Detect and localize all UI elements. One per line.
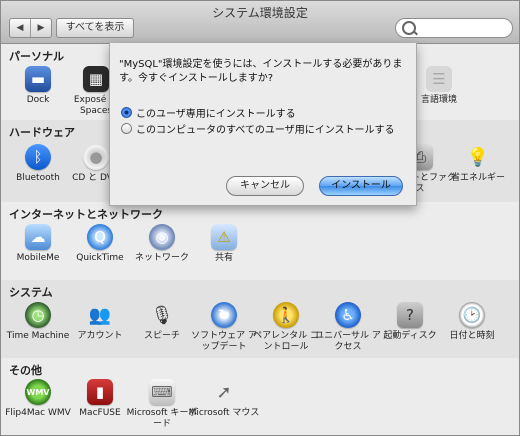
microsoft-keyboard-icon: ⌨ — [149, 379, 175, 405]
radio-all-users[interactable]: このコンピュータのすべてのユーザ用にインストールする — [121, 121, 411, 136]
time-machine-icon: ◷ — [25, 302, 51, 328]
cancel-button[interactable]: キャンセル — [226, 176, 304, 196]
speech-icon: 🎙 — [150, 304, 174, 326]
install-button[interactable]: インストール — [319, 176, 403, 196]
flip4mac-icon: WMV — [25, 379, 51, 405]
system-preferences-window: システム環境設定 ◀ ▶ すべてを表示 パーソナル ▬ Dock ▦ Expos… — [0, 0, 520, 436]
quicktime-icon: Q — [87, 224, 113, 250]
back-button[interactable]: ◀ — [10, 19, 31, 37]
universal-access-icon: ♿ — [335, 302, 361, 328]
install-dialog: "MySQL"環境設定を使うには、インストールする必要があります。今すぐインスト… — [109, 43, 417, 206]
section-system: システム ◷ Time Machine 👥 アカウント 🎙 スピーチ ↻ ソフト… — [1, 280, 519, 358]
navigation-buttons: ◀ ▶ — [9, 18, 52, 38]
parental-controls-icon: 🚶 — [273, 302, 299, 328]
pref-microsoft-mouse[interactable]: ➚ Microsoft マウス — [187, 379, 261, 419]
radio-selected-icon — [121, 106, 132, 118]
pref-sharing[interactable]: ⚠ 共有 — [187, 224, 261, 264]
pref-label: 共有 — [214, 253, 233, 263]
energy-saver-icon: 💡 — [466, 146, 490, 168]
section-title-personal: パーソナル — [9, 50, 64, 63]
startup-disk-icon: ? — [397, 302, 423, 328]
search-icon — [402, 21, 416, 35]
radio-label: このユーザ専用にインストールする — [136, 108, 296, 120]
section-title-hardware: ハードウェア — [9, 126, 75, 139]
section-title-other: その他 — [9, 364, 42, 377]
date-time-icon: 🕑 — [459, 302, 485, 328]
pref-energy-saver[interactable]: 💡 省エネルギー — [441, 144, 515, 184]
section-internet: インターネットとネットワーク ☁ MobileMe Q QuickTime ◎ … — [1, 202, 519, 280]
dialog-message: "MySQL"環境設定を使うには、インストールする必要があります。今すぐインスト… — [119, 59, 403, 84]
mobileme-icon: ☁ — [25, 224, 51, 250]
pref-label: Microsoft マウス — [188, 408, 260, 418]
show-all-button[interactable]: すべてを表示 — [56, 18, 134, 38]
dock-icon: ▬ — [25, 66, 51, 92]
bluetooth-icon: ᛒ — [25, 144, 51, 170]
radio-unselected-icon — [121, 122, 132, 134]
pref-label: 日付と時刻 — [449, 331, 495, 341]
expose-icon: ▦ — [83, 66, 109, 92]
sharing-icon: ⚠ — [211, 224, 237, 250]
software-update-icon: ↻ — [211, 302, 237, 328]
pref-date-time[interactable]: 🕑 日付と時刻 — [435, 302, 509, 342]
cd-dvd-icon: ● — [83, 144, 109, 170]
search-input[interactable] — [395, 18, 513, 38]
microsoft-mouse-icon: ➚ — [216, 381, 232, 403]
macfuse-icon: ▮ — [87, 379, 113, 405]
section-title-system: システム — [9, 286, 53, 299]
language-icon: ☰ — [426, 66, 452, 92]
section-other: その他 WMV Flip4Mac WMV ▮ MacFUSE ⌨ Microso… — [1, 358, 519, 435]
forward-button[interactable]: ▶ — [31, 19, 51, 37]
pref-label: 省エネルギー — [450, 173, 505, 183]
radio-label: このコンピュータのすべてのユーザ用にインストールする — [136, 124, 395, 136]
accounts-icon: 👥 — [88, 304, 112, 326]
title-bar: システム環境設定 ◀ ▶ すべてを表示 — [1, 1, 519, 44]
radio-user-only[interactable]: このユーザ専用にインストールする — [121, 105, 411, 120]
network-icon: ◎ — [149, 224, 175, 250]
section-title-internet: インターネットとネットワーク — [9, 208, 163, 221]
